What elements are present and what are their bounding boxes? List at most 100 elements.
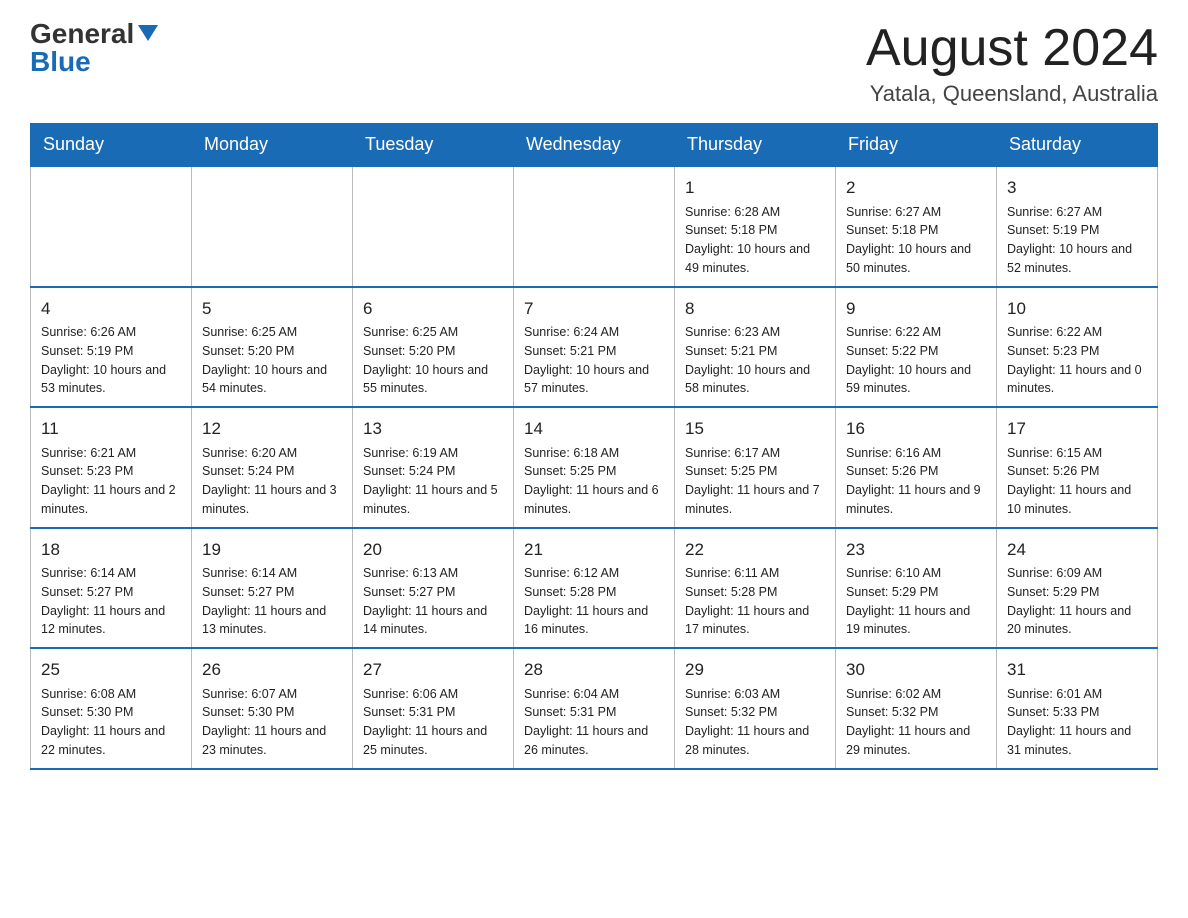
day-number: 6 (363, 296, 503, 322)
calendar-cell: 16Sunrise: 6:16 AMSunset: 5:26 PMDayligh… (836, 407, 997, 528)
day-info: Sunrise: 6:08 AMSunset: 5:30 PMDaylight:… (41, 685, 181, 760)
day-info: Sunrise: 6:22 AMSunset: 5:23 PMDaylight:… (1007, 323, 1147, 398)
location-title: Yatala, Queensland, Australia (866, 81, 1158, 107)
calendar-cell: 15Sunrise: 6:17 AMSunset: 5:25 PMDayligh… (675, 407, 836, 528)
calendar-cell: 11Sunrise: 6:21 AMSunset: 5:23 PMDayligh… (31, 407, 192, 528)
day-info: Sunrise: 6:25 AMSunset: 5:20 PMDaylight:… (202, 323, 342, 398)
day-number: 7 (524, 296, 664, 322)
calendar-cell: 31Sunrise: 6:01 AMSunset: 5:33 PMDayligh… (997, 648, 1158, 769)
calendar-cell: 23Sunrise: 6:10 AMSunset: 5:29 PMDayligh… (836, 528, 997, 649)
calendar-cell (353, 166, 514, 287)
calendar-cell: 20Sunrise: 6:13 AMSunset: 5:27 PMDayligh… (353, 528, 514, 649)
day-number: 4 (41, 296, 181, 322)
day-info: Sunrise: 6:14 AMSunset: 5:27 PMDaylight:… (41, 564, 181, 639)
calendar-week-2: 4Sunrise: 6:26 AMSunset: 5:19 PMDaylight… (31, 287, 1158, 408)
day-number: 13 (363, 416, 503, 442)
calendar-cell: 6Sunrise: 6:25 AMSunset: 5:20 PMDaylight… (353, 287, 514, 408)
day-info: Sunrise: 6:16 AMSunset: 5:26 PMDaylight:… (846, 444, 986, 519)
calendar-header-saturday: Saturday (997, 124, 1158, 167)
day-info: Sunrise: 6:23 AMSunset: 5:21 PMDaylight:… (685, 323, 825, 398)
calendar-header-tuesday: Tuesday (353, 124, 514, 167)
calendar-table: SundayMondayTuesdayWednesdayThursdayFrid… (30, 123, 1158, 770)
day-number: 22 (685, 537, 825, 563)
day-number: 21 (524, 537, 664, 563)
logo-general-text: General (30, 20, 134, 48)
day-number: 30 (846, 657, 986, 683)
calendar-week-3: 11Sunrise: 6:21 AMSunset: 5:23 PMDayligh… (31, 407, 1158, 528)
calendar-header-sunday: Sunday (31, 124, 192, 167)
day-info: Sunrise: 6:28 AMSunset: 5:18 PMDaylight:… (685, 203, 825, 278)
day-info: Sunrise: 6:15 AMSunset: 5:26 PMDaylight:… (1007, 444, 1147, 519)
calendar-cell: 9Sunrise: 6:22 AMSunset: 5:22 PMDaylight… (836, 287, 997, 408)
day-number: 8 (685, 296, 825, 322)
day-number: 19 (202, 537, 342, 563)
month-title: August 2024 (866, 20, 1158, 77)
day-info: Sunrise: 6:20 AMSunset: 5:24 PMDaylight:… (202, 444, 342, 519)
day-info: Sunrise: 6:22 AMSunset: 5:22 PMDaylight:… (846, 323, 986, 398)
calendar-header-friday: Friday (836, 124, 997, 167)
calendar-cell: 19Sunrise: 6:14 AMSunset: 5:27 PMDayligh… (192, 528, 353, 649)
day-info: Sunrise: 6:06 AMSunset: 5:31 PMDaylight:… (363, 685, 503, 760)
day-info: Sunrise: 6:17 AMSunset: 5:25 PMDaylight:… (685, 444, 825, 519)
day-number: 3 (1007, 175, 1147, 201)
day-number: 2 (846, 175, 986, 201)
page-header: General Blue August 2024 Yatala, Queensl… (30, 20, 1158, 107)
day-info: Sunrise: 6:27 AMSunset: 5:19 PMDaylight:… (1007, 203, 1147, 278)
day-number: 14 (524, 416, 664, 442)
calendar-header-monday: Monday (192, 124, 353, 167)
calendar-cell: 29Sunrise: 6:03 AMSunset: 5:32 PMDayligh… (675, 648, 836, 769)
calendar-cell: 13Sunrise: 6:19 AMSunset: 5:24 PMDayligh… (353, 407, 514, 528)
calendar-week-5: 25Sunrise: 6:08 AMSunset: 5:30 PMDayligh… (31, 648, 1158, 769)
calendar-cell: 14Sunrise: 6:18 AMSunset: 5:25 PMDayligh… (514, 407, 675, 528)
calendar-cell (514, 166, 675, 287)
day-info: Sunrise: 6:24 AMSunset: 5:21 PMDaylight:… (524, 323, 664, 398)
day-info: Sunrise: 6:18 AMSunset: 5:25 PMDaylight:… (524, 444, 664, 519)
calendar-cell: 28Sunrise: 6:04 AMSunset: 5:31 PMDayligh… (514, 648, 675, 769)
day-info: Sunrise: 6:03 AMSunset: 5:32 PMDaylight:… (685, 685, 825, 760)
calendar-cell: 8Sunrise: 6:23 AMSunset: 5:21 PMDaylight… (675, 287, 836, 408)
logo-blue-text: Blue (30, 48, 91, 76)
calendar-cell: 7Sunrise: 6:24 AMSunset: 5:21 PMDaylight… (514, 287, 675, 408)
day-number: 28 (524, 657, 664, 683)
calendar-cell: 4Sunrise: 6:26 AMSunset: 5:19 PMDaylight… (31, 287, 192, 408)
day-info: Sunrise: 6:25 AMSunset: 5:20 PMDaylight:… (363, 323, 503, 398)
day-number: 29 (685, 657, 825, 683)
day-number: 10 (1007, 296, 1147, 322)
logo-triangle-icon (138, 25, 158, 41)
day-number: 12 (202, 416, 342, 442)
day-info: Sunrise: 6:07 AMSunset: 5:30 PMDaylight:… (202, 685, 342, 760)
day-info: Sunrise: 6:10 AMSunset: 5:29 PMDaylight:… (846, 564, 986, 639)
day-info: Sunrise: 6:26 AMSunset: 5:19 PMDaylight:… (41, 323, 181, 398)
day-number: 1 (685, 175, 825, 201)
day-number: 17 (1007, 416, 1147, 442)
calendar-cell: 27Sunrise: 6:06 AMSunset: 5:31 PMDayligh… (353, 648, 514, 769)
calendar-cell: 24Sunrise: 6:09 AMSunset: 5:29 PMDayligh… (997, 528, 1158, 649)
day-info: Sunrise: 6:04 AMSunset: 5:31 PMDaylight:… (524, 685, 664, 760)
title-block: August 2024 Yatala, Queensland, Australi… (866, 20, 1158, 107)
calendar-cell: 1Sunrise: 6:28 AMSunset: 5:18 PMDaylight… (675, 166, 836, 287)
calendar-cell (31, 166, 192, 287)
calendar-cell (192, 166, 353, 287)
day-number: 31 (1007, 657, 1147, 683)
calendar-cell: 18Sunrise: 6:14 AMSunset: 5:27 PMDayligh… (31, 528, 192, 649)
day-info: Sunrise: 6:01 AMSunset: 5:33 PMDaylight:… (1007, 685, 1147, 760)
day-number: 25 (41, 657, 181, 683)
day-number: 20 (363, 537, 503, 563)
calendar-cell: 21Sunrise: 6:12 AMSunset: 5:28 PMDayligh… (514, 528, 675, 649)
day-info: Sunrise: 6:09 AMSunset: 5:29 PMDaylight:… (1007, 564, 1147, 639)
calendar-cell: 25Sunrise: 6:08 AMSunset: 5:30 PMDayligh… (31, 648, 192, 769)
calendar-cell: 10Sunrise: 6:22 AMSunset: 5:23 PMDayligh… (997, 287, 1158, 408)
calendar-week-1: 1Sunrise: 6:28 AMSunset: 5:18 PMDaylight… (31, 166, 1158, 287)
day-info: Sunrise: 6:19 AMSunset: 5:24 PMDaylight:… (363, 444, 503, 519)
day-info: Sunrise: 6:21 AMSunset: 5:23 PMDaylight:… (41, 444, 181, 519)
calendar-header-thursday: Thursday (675, 124, 836, 167)
day-number: 26 (202, 657, 342, 683)
day-number: 11 (41, 416, 181, 442)
logo: General Blue (30, 20, 158, 76)
day-info: Sunrise: 6:02 AMSunset: 5:32 PMDaylight:… (846, 685, 986, 760)
calendar-header-row: SundayMondayTuesdayWednesdayThursdayFrid… (31, 124, 1158, 167)
calendar-cell: 22Sunrise: 6:11 AMSunset: 5:28 PMDayligh… (675, 528, 836, 649)
day-number: 27 (363, 657, 503, 683)
calendar-cell: 30Sunrise: 6:02 AMSunset: 5:32 PMDayligh… (836, 648, 997, 769)
calendar-cell: 17Sunrise: 6:15 AMSunset: 5:26 PMDayligh… (997, 407, 1158, 528)
